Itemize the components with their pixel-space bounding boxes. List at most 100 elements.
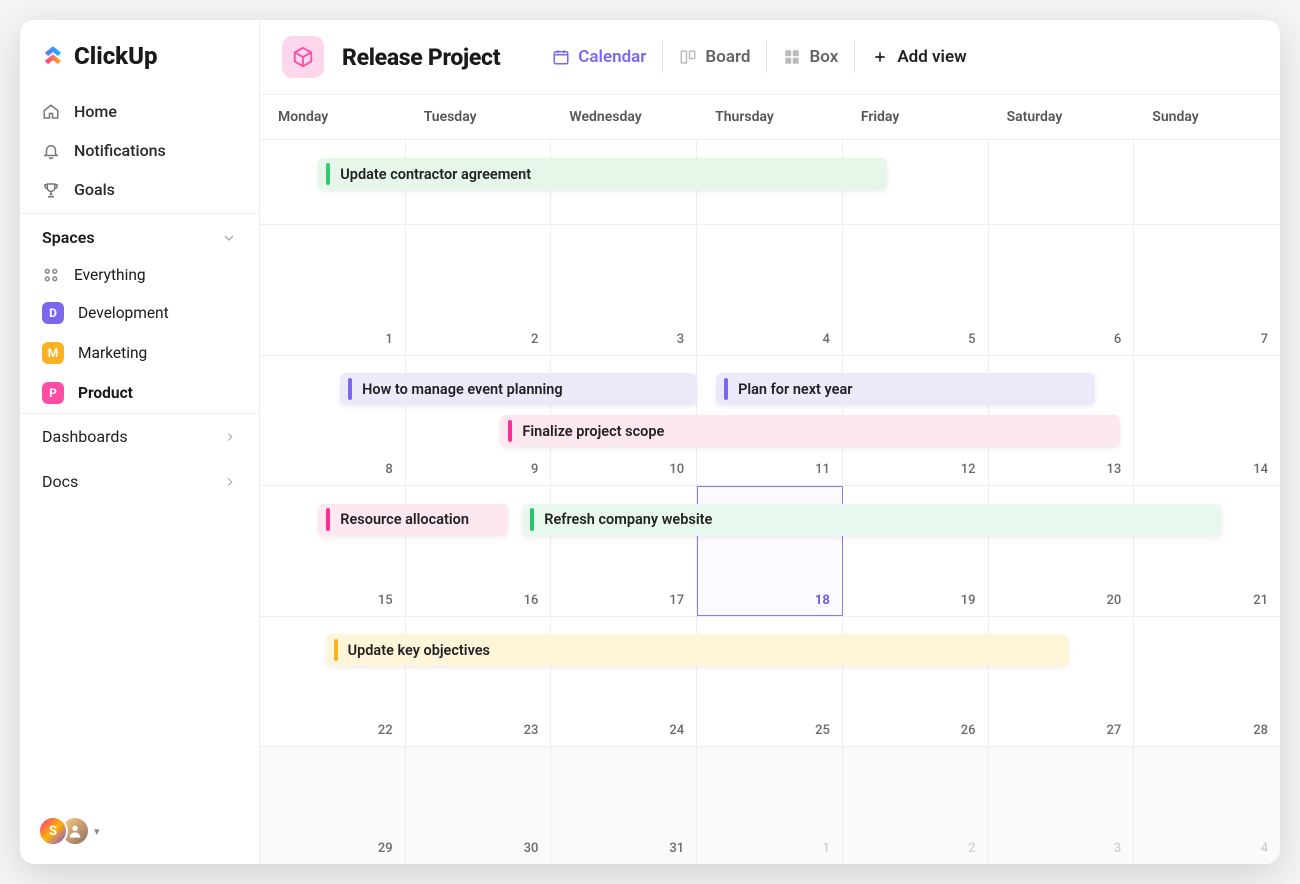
calendar-cell[interactable] xyxy=(989,140,1135,224)
day-number: 3 xyxy=(677,332,684,347)
event-title: Finalize project scope xyxy=(522,423,664,440)
calendar-icon xyxy=(552,48,570,66)
space-label: Development xyxy=(78,304,169,322)
calendar-cell[interactable]: 29 xyxy=(260,747,406,864)
event-color-bar xyxy=(724,378,728,400)
day-number: 2 xyxy=(531,332,538,347)
event-title: Refresh company website xyxy=(544,511,712,528)
view-board[interactable]: Board xyxy=(662,41,766,73)
event-color-bar xyxy=(334,639,338,661)
view-add[interactable]: Add view xyxy=(854,41,982,73)
calendar-cell[interactable]: 2 xyxy=(843,747,989,864)
day-header: Tuesday xyxy=(406,95,552,139)
nav-docs-label: Docs xyxy=(42,472,78,491)
calendar-cell[interactable]: 1 xyxy=(697,747,843,864)
day-number: 2 xyxy=(968,841,975,856)
day-header: Wednesday xyxy=(551,95,697,139)
calendar-cell[interactable]: 30 xyxy=(406,747,552,864)
nav-goals[interactable]: Goals xyxy=(20,170,259,209)
space-item-marketing[interactable]: MMarketing xyxy=(20,333,259,373)
space-everything-label: Everything xyxy=(74,266,146,284)
calendar-cell[interactable]: 3 xyxy=(989,747,1135,864)
calendar-cell[interactable]: 14 xyxy=(1134,356,1280,486)
event-color-bar xyxy=(530,508,534,530)
calendar-cell[interactable]: 31 xyxy=(551,747,697,864)
nav-home-label: Home xyxy=(74,102,117,121)
calendar-week: 1 2 3 45 6 7 xyxy=(260,225,1280,356)
calendar-cell[interactable]: 1 xyxy=(260,225,406,355)
calendar-cell[interactable]: 6 xyxy=(989,225,1135,355)
view-box-label: Box xyxy=(809,47,838,67)
calendar-event[interactable]: Finalize project scope xyxy=(500,415,1119,447)
day-number: 26 xyxy=(961,723,976,738)
brand-name: ClickUp xyxy=(74,42,158,70)
calendar-event[interactable]: Update key objectives xyxy=(326,634,1069,666)
day-number: 27 xyxy=(1107,723,1122,738)
calendar-event[interactable]: How to manage event planning xyxy=(340,373,697,405)
day-number: 11 xyxy=(815,462,830,477)
profile-switcher[interactable]: S ▾ xyxy=(20,802,259,864)
calendar-cell[interactable]: 5 xyxy=(843,225,989,355)
brand-logo[interactable]: ClickUp xyxy=(20,38,259,88)
space-item-development[interactable]: DDevelopment xyxy=(20,293,259,333)
day-number: 6 xyxy=(1114,332,1121,347)
plus-icon xyxy=(871,48,889,66)
day-number: 3 xyxy=(1114,841,1121,856)
event-title: Update contractor agreement xyxy=(340,166,531,183)
event-color-bar xyxy=(508,420,512,442)
chevron-right-icon xyxy=(223,430,237,444)
day-number: 31 xyxy=(669,841,684,856)
calendar-cell[interactable]: 3 xyxy=(551,225,697,355)
view-add-label: Add view xyxy=(897,47,966,67)
everything-icon xyxy=(42,266,60,284)
nav-home[interactable]: Home xyxy=(20,92,259,131)
clickup-logo-icon xyxy=(40,43,66,69)
day-number: 29 xyxy=(378,841,393,856)
chevron-down-icon xyxy=(221,230,237,246)
day-number: 8 xyxy=(385,462,392,477)
trophy-icon xyxy=(42,181,60,199)
calendar-cell[interactable]: 28 xyxy=(1134,617,1280,747)
nav-notifications[interactable]: Notifications xyxy=(20,131,259,170)
project-header: Release Project Calendar Board xyxy=(260,20,1280,95)
calendar: MondayTuesdayWednesdayThursdayFridaySatu… xyxy=(260,95,1280,864)
nav-dashboards[interactable]: Dashboards xyxy=(20,413,259,459)
day-number: 12 xyxy=(961,462,976,477)
calendar-event[interactable]: Update contractor agreement xyxy=(318,158,886,190)
calendar-cell[interactable] xyxy=(1134,140,1280,224)
calendar-event[interactable]: Plan for next year xyxy=(716,373,1095,405)
nav-docs[interactable]: Docs xyxy=(20,459,259,504)
view-calendar[interactable]: Calendar xyxy=(536,41,662,73)
space-item-product[interactable]: PProduct xyxy=(20,373,259,413)
calendar-cell[interactable]: 2 xyxy=(406,225,552,355)
calendar-cell[interactable]: 4 xyxy=(1134,747,1280,864)
space-everything[interactable]: Everything xyxy=(20,257,259,293)
day-number: 22 xyxy=(378,723,393,738)
space-label: Product xyxy=(78,384,133,402)
chevron-right-icon xyxy=(223,475,237,489)
calendar-event[interactable]: Resource allocation xyxy=(318,504,507,536)
space-label: Marketing xyxy=(78,344,147,362)
calendar-cell[interactable]: 4 xyxy=(697,225,843,355)
day-number: 7 xyxy=(1261,332,1268,347)
nav-dashboards-label: Dashboards xyxy=(42,427,128,446)
event-color-bar xyxy=(326,163,330,185)
project-icon[interactable] xyxy=(282,36,324,78)
spaces-toggle[interactable]: Spaces xyxy=(20,214,259,257)
day-number: 4 xyxy=(822,332,829,347)
event-title: Plan for next year xyxy=(738,381,852,398)
day-header: Sunday xyxy=(1134,95,1280,139)
day-number: 4 xyxy=(1261,841,1268,856)
avatar-self: S xyxy=(38,816,68,846)
calendar-cell[interactable]: 7 xyxy=(1134,225,1280,355)
calendar-event[interactable]: Refresh company website xyxy=(522,504,1221,536)
event-title: Resource allocation xyxy=(340,511,469,528)
day-number: 21 xyxy=(1253,593,1268,608)
view-tabs: Calendar Board Box xyxy=(536,41,982,73)
day-header: Thursday xyxy=(697,95,843,139)
view-box[interactable]: Box xyxy=(766,41,854,73)
project-title: Release Project xyxy=(342,44,500,71)
day-number: 15 xyxy=(378,593,393,608)
day-number: 28 xyxy=(1253,723,1268,738)
day-number: 13 xyxy=(1107,462,1122,477)
